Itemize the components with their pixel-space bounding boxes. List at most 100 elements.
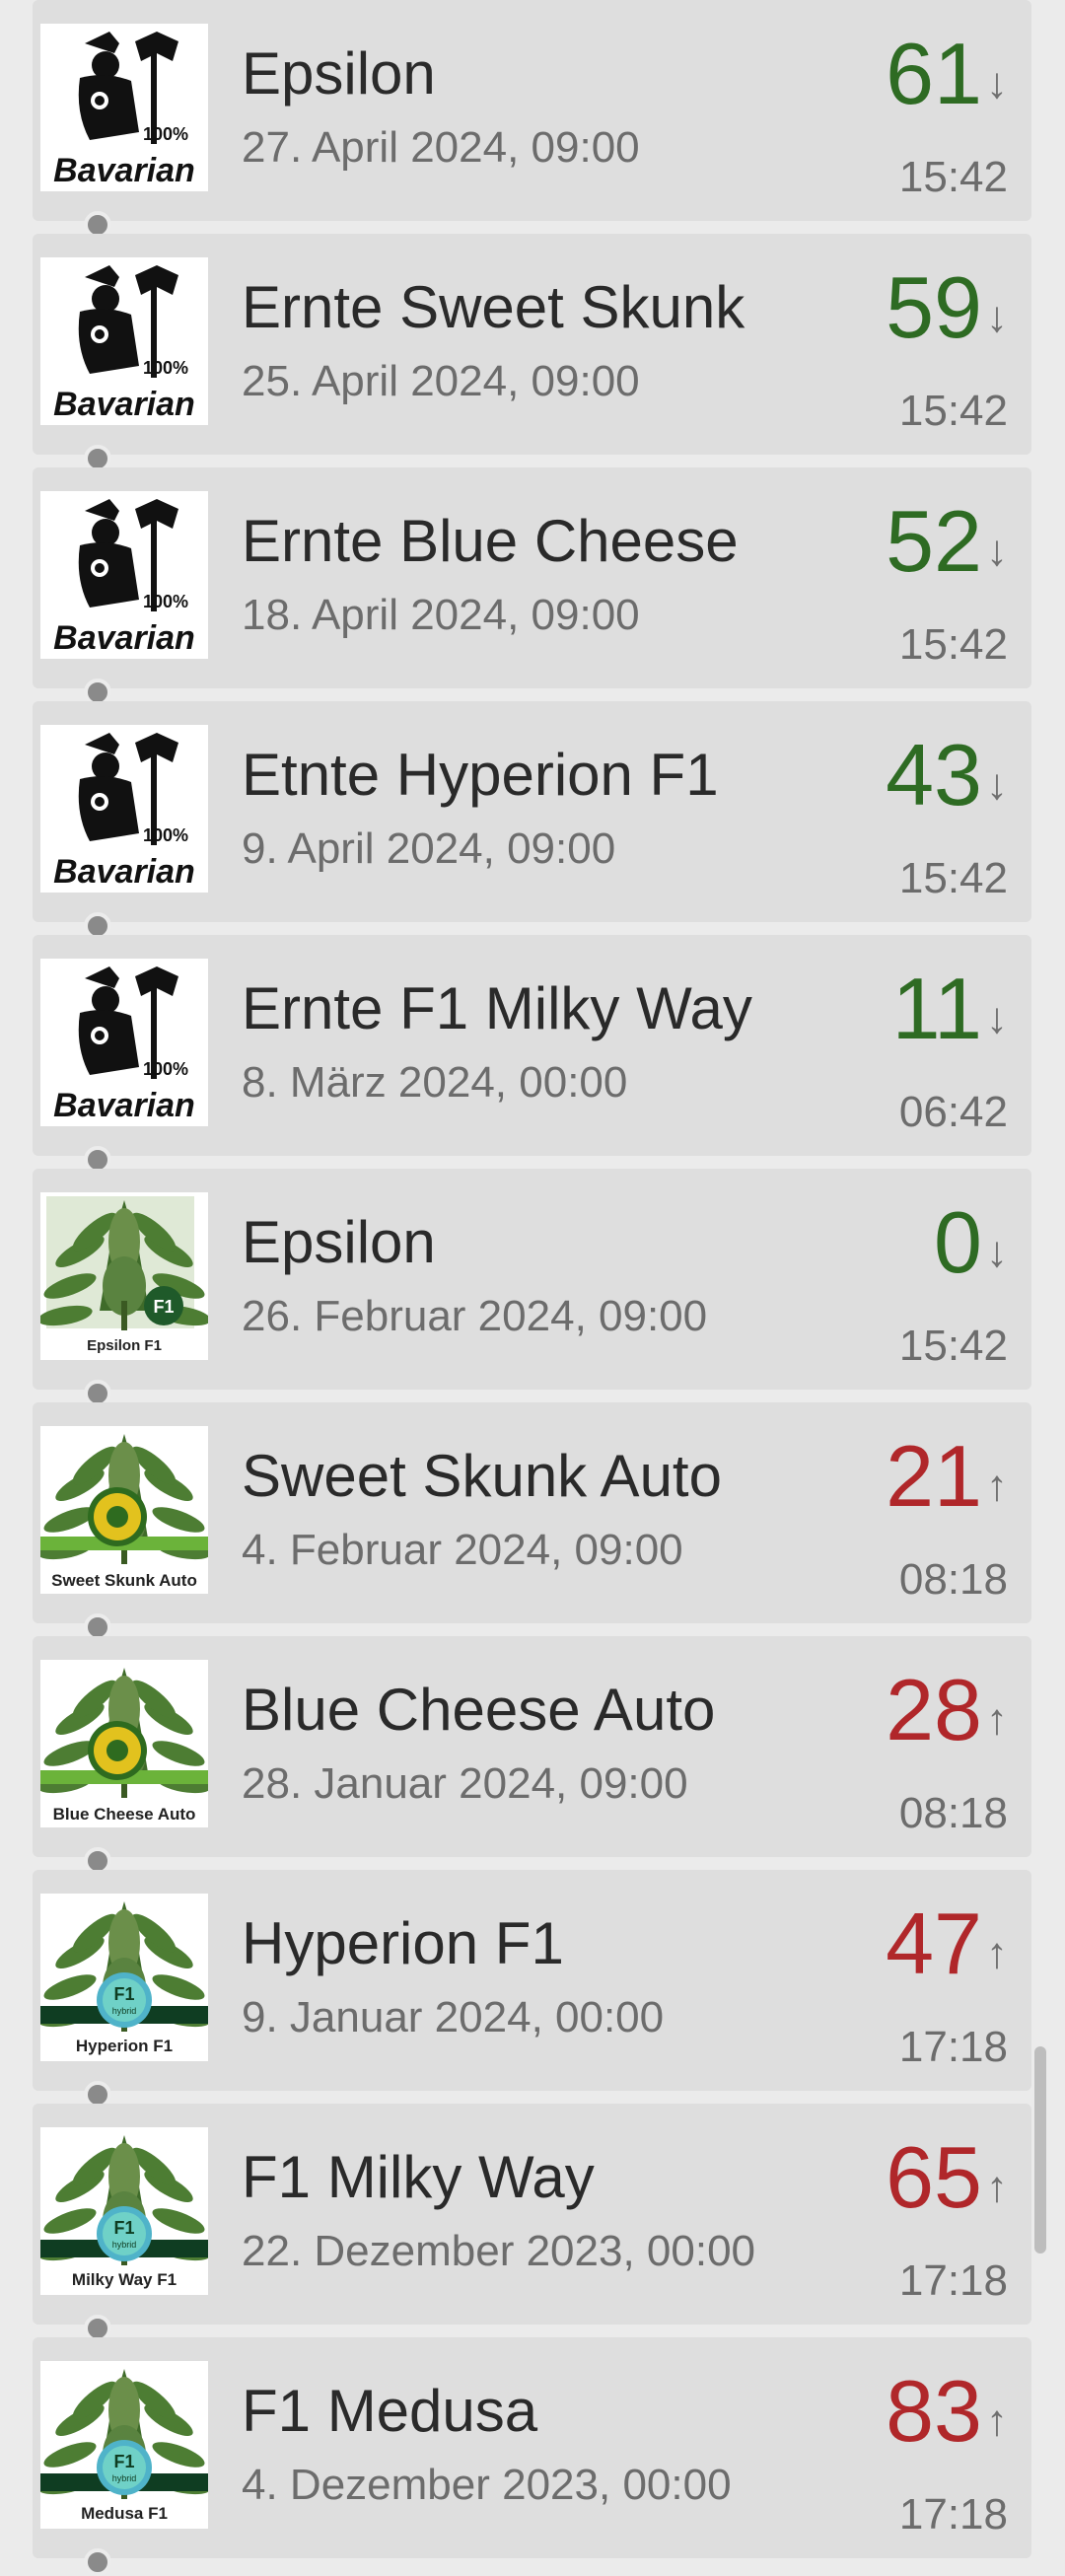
plant-f1-badge-thumbnail: F1 Epsilon F1	[40, 1192, 208, 1360]
svg-text:100%: 100%	[143, 592, 188, 611]
svg-text:F1: F1	[113, 2218, 134, 2238]
entry-value-block: 65↑ 17:18	[886, 2133, 1008, 2309]
timeline-dot	[84, 2548, 111, 2576]
entry-value: 59	[886, 258, 982, 356]
entry-value: 0	[934, 1193, 982, 1291]
entry-name: Ernte Blue Cheese	[242, 508, 739, 574]
entry-name: Hyperion F1	[242, 1910, 564, 1976]
list-item[interactable]: F1 Epsilon F1 Epsilon 26. Februar 2024, 09:…	[33, 1169, 1031, 1390]
list-item[interactable]: Blue Cheese Auto Blue Cheese Auto 28. Janu…	[33, 1636, 1031, 1857]
plant-hybrid-badge-thumbnail: F1 hybrid Hyperion F1	[40, 1894, 208, 2061]
arrow-down-icon: ↓	[986, 760, 1008, 809]
entry-date: 26. Februar 2024, 09:00	[242, 1292, 708, 1340]
list-item[interactable]: 100% Bavarian Ernte F1 Milky Way 8. März 20…	[33, 935, 1031, 1156]
entry-name: Sweet Skunk Auto	[242, 1443, 722, 1509]
entry-name: Blue Cheese Auto	[242, 1677, 716, 1743]
arrow-up-icon: ↑	[986, 2163, 1008, 2211]
entry-value: 83	[886, 2362, 982, 2460]
arrow-down-icon: ↓	[986, 1228, 1008, 1276]
scrollbar[interactable]	[1034, 2046, 1046, 2254]
entry-date: 18. April 2024, 09:00	[242, 591, 640, 639]
list-item[interactable]: F1 hybrid Medusa F1 F1 Medusa 4. Dezember 20…	[33, 2337, 1031, 2558]
entry-name: Ernte F1 Milky Way	[242, 975, 752, 1041]
entry-time: 06:42	[898, 1088, 1008, 1136]
entry-date: 4. Dezember 2023, 00:00	[242, 2461, 732, 2509]
entry-date: 8. März 2024, 00:00	[242, 1058, 628, 1107]
entry-value-block: 28↑ 08:18	[886, 1666, 1008, 1841]
svg-text:Bavarian: Bavarian	[53, 1087, 195, 1124]
entry-value: 21	[886, 1427, 982, 1525]
entry-time: 17:18	[898, 2023, 1008, 2071]
entry-value: 11	[891, 960, 982, 1057]
entry-value-block: 59↓ 15:42	[886, 263, 1008, 439]
svg-text:Epsilon F1: Epsilon F1	[87, 1337, 162, 1354]
plant-hybrid-badge-thumbnail: F1 hybrid Medusa F1	[40, 2361, 208, 2529]
entry-time: 17:18	[898, 2490, 1008, 2539]
svg-text:Medusa F1: Medusa F1	[81, 2504, 168, 2523]
svg-text:Bavarian: Bavarian	[53, 619, 195, 657]
entry-value: 28	[886, 1661, 982, 1758]
entry-date: 28. Januar 2024, 09:00	[242, 1759, 688, 1808]
svg-text:hybrid: hybrid	[112, 2006, 137, 2016]
list-item[interactable]: 100% Bavarian Epsilon 27. April 2024, 09:00…	[33, 0, 1031, 221]
entry-value-block: 52↓ 15:42	[886, 497, 1008, 673]
entry-time: 15:42	[898, 1322, 1008, 1370]
entry-name: Epsilon	[242, 40, 436, 107]
list-item[interactable]: F1 hybrid Milky Way F1 F1 Milky Way 22. Deze…	[33, 2104, 1031, 2325]
bavarian-logo-thumbnail: 100% Bavarian	[40, 24, 208, 191]
entry-time: 15:42	[898, 854, 1008, 902]
plant-auto-badge-thumbnail: Blue Cheese Auto	[40, 1660, 208, 1827]
entry-time: 15:42	[898, 153, 1008, 201]
list-item[interactable]: 100% Bavarian Etnte Hyperion F1 9. April 20…	[33, 701, 1031, 922]
svg-text:F1: F1	[153, 1297, 174, 1317]
entry-value: 43	[886, 726, 982, 823]
list-item[interactable]: F1 hybrid Hyperion F1 Hyperion F1 9. Januar …	[33, 1870, 1031, 2091]
svg-text:hybrid: hybrid	[112, 2473, 137, 2483]
list-item[interactable]: Sweet Skunk Auto Sweet Skunk Auto 4. Febru…	[33, 1402, 1031, 1623]
svg-text:Blue Cheese Auto: Blue Cheese Auto	[53, 1805, 196, 1824]
svg-text:Bavarian: Bavarian	[53, 386, 195, 423]
entry-time: 08:18	[898, 1555, 1008, 1604]
entry-value: 61	[886, 25, 982, 122]
bavarian-logo-thumbnail: 100% Bavarian	[40, 491, 208, 659]
arrow-up-icon: ↑	[986, 2397, 1008, 2445]
entry-date: 25. April 2024, 09:00	[242, 357, 640, 405]
arrow-down-icon: ↓	[986, 59, 1008, 107]
svg-text:Hyperion F1: Hyperion F1	[76, 2037, 173, 2055]
entry-date: 9. April 2024, 09:00	[242, 824, 616, 873]
entry-date: 27. April 2024, 09:00	[242, 123, 640, 172]
entry-name: F1 Milky Way	[242, 2144, 595, 2210]
entry-value-block: 83↑ 17:18	[886, 2367, 1008, 2542]
list-item[interactable]: 100% Bavarian Ernte Blue Cheese 18. April 2…	[33, 467, 1031, 688]
arrow-down-icon: ↓	[986, 293, 1008, 341]
entry-time: 08:18	[898, 1789, 1008, 1837]
entry-value-block: 0↓ 15:42	[899, 1198, 1008, 1374]
svg-text:Sweet Skunk Auto: Sweet Skunk Auto	[51, 1571, 197, 1590]
entry-time: 17:18	[898, 2256, 1008, 2305]
svg-text:Bavarian: Bavarian	[53, 152, 195, 189]
svg-text:100%: 100%	[143, 1059, 188, 1079]
entry-value-block: 21↑ 08:18	[886, 1432, 1008, 1608]
entry-value-block: 47↑ 17:18	[886, 1899, 1008, 2075]
plant-hybrid-badge-thumbnail: F1 hybrid Milky Way F1	[40, 2127, 208, 2295]
entry-value: 65	[886, 2128, 982, 2226]
entry-time: 15:42	[898, 387, 1008, 435]
arrow-up-icon: ↑	[986, 1462, 1008, 1510]
plant-auto-badge-thumbnail: Sweet Skunk Auto	[40, 1426, 208, 1594]
entry-value: 52	[886, 492, 982, 590]
svg-text:100%: 100%	[143, 358, 188, 378]
entry-value-block: 11↓ 06:42	[892, 965, 1008, 1140]
entry-list: 100% Bavarian Epsilon 27. April 2024, 09:00…	[0, 0, 1065, 2576]
svg-text:F1: F1	[113, 1984, 134, 2004]
entry-value-block: 43↓ 15:42	[886, 731, 1008, 906]
svg-text:100%: 100%	[143, 825, 188, 845]
entry-date: 9. Januar 2024, 00:00	[242, 1993, 665, 2041]
entry-name: Ernte Sweet Skunk	[242, 274, 746, 340]
entry-name: F1 Medusa	[242, 2378, 538, 2444]
bavarian-logo-thumbnail: 100% Bavarian	[40, 959, 208, 1126]
list-item[interactable]: 100% Bavarian Ernte Sweet Skunk 25. April 2…	[33, 234, 1031, 455]
arrow-up-icon: ↑	[986, 1929, 1008, 1977]
svg-text:Bavarian: Bavarian	[53, 853, 195, 891]
bavarian-logo-thumbnail: 100% Bavarian	[40, 725, 208, 893]
svg-text:hybrid: hybrid	[112, 2240, 137, 2250]
